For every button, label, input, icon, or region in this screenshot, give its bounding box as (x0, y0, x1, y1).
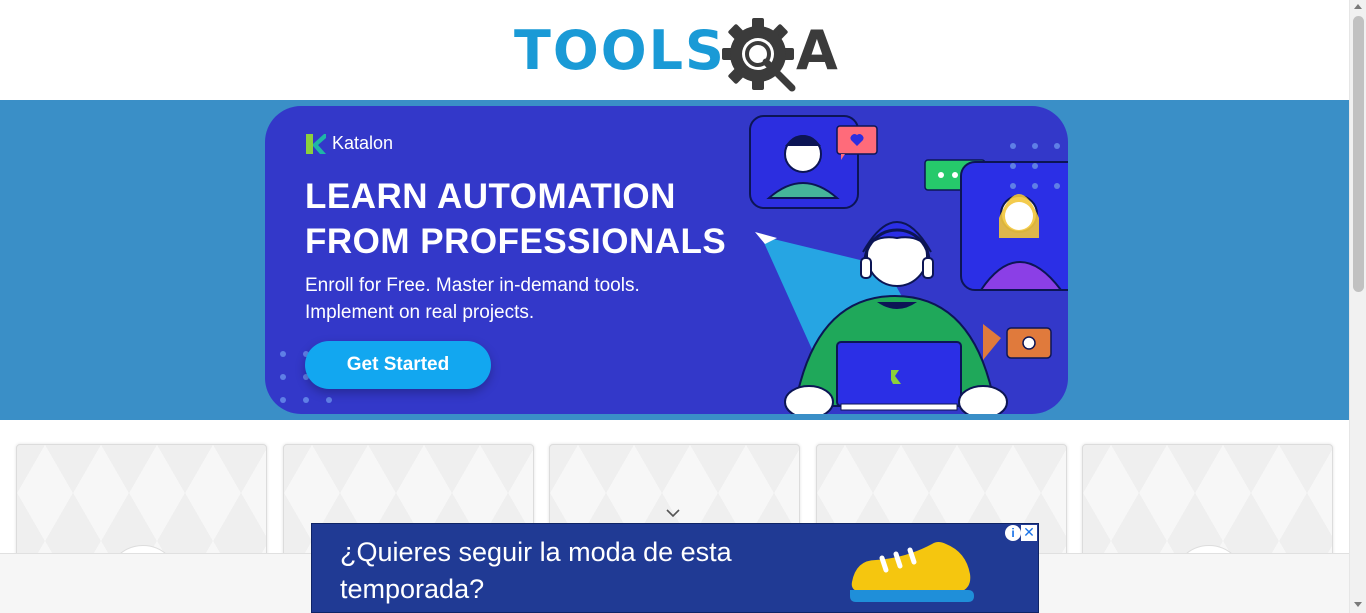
site-header: TOOLS A (0, 0, 1349, 100)
camera-icon (983, 324, 1052, 360)
banner-illustration (749, 115, 1068, 414)
sneaker-icon (850, 542, 974, 602)
banner-headline: LEARN AUTOMATION FROM PROFESSIONALS (305, 177, 727, 261)
toolsqa-logo[interactable]: TOOLS A (514, 16, 839, 92)
laptop-icon (836, 341, 962, 411)
ad-info-icon[interactable]: i (1005, 525, 1021, 541)
scrollbar-thumb[interactable] (1353, 16, 1364, 292)
ad-close-button[interactable]: ✕ (1021, 525, 1037, 541)
katalon-logo-icon (306, 133, 326, 154)
katalon-brand: Katalon (306, 133, 393, 154)
ad-text: ¿Quieres seguir la moda de esta temporad… (340, 537, 732, 604)
logo-text: TOOLS (514, 19, 726, 82)
get-started-button[interactable]: Get Started (305, 341, 491, 389)
gear-magnifier-icon (722, 18, 796, 92)
scroll-down-arrow-icon[interactable] (1354, 602, 1362, 607)
brand-name: Katalon (332, 133, 394, 153)
chevron-down-icon[interactable] (666, 508, 680, 518)
scroll-up-arrow-icon[interactable] (1354, 4, 1362, 9)
banner-subtext: Enroll for Free. Master in-demand tools.… (305, 275, 640, 323)
vertical-scrollbar[interactable] (1349, 0, 1366, 613)
katalon-banner[interactable]: Katalon LEARN AUTOMATION FROM PROFESSION… (265, 106, 1068, 414)
advertisement-banner[interactable]: ¿Quieres seguir la moda de esta temporad… (311, 523, 1039, 613)
logo-suffix: A (796, 19, 838, 82)
